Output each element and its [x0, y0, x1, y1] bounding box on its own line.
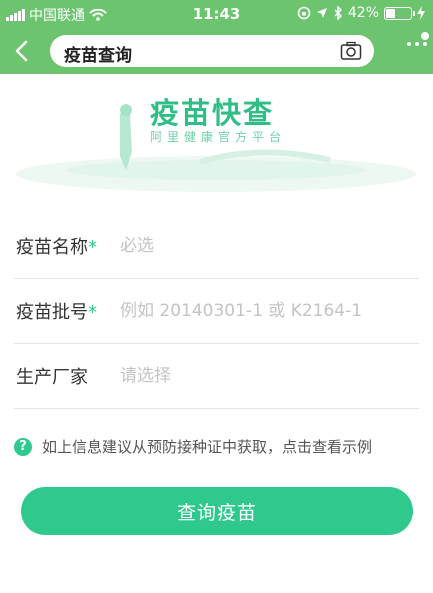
nav-bar: 疫苗查询: [0, 28, 433, 74]
search-box[interactable]: 疫苗查询: [50, 35, 374, 67]
banner-subtitle: 阿里健康官方平台: [150, 130, 287, 144]
status-bar: 中国联通 11:43 42%: [0, 0, 433, 28]
status-right: 42%: [297, 5, 425, 21]
example-hint[interactable]: ? 如上信息建议从预防接种证中获取，点击查看示例: [14, 436, 372, 457]
search-text: 疫苗查询: [64, 46, 132, 66]
batch-number-field[interactable]: [118, 295, 412, 327]
camera-icon[interactable]: [340, 41, 362, 61]
back-button[interactable]: [8, 37, 36, 65]
banner-title: 疫苗快查: [150, 96, 275, 130]
battery-fill: [386, 8, 396, 18]
rotation-lock-icon: [297, 6, 311, 20]
hint-text: 如上信息建议从预防接种证中获取，点击查看示例: [42, 438, 373, 456]
help-icon: ?: [14, 437, 32, 456]
manufacturer-row[interactable]: 生产厂家: [14, 344, 419, 409]
required-mark: *: [88, 237, 97, 258]
vaccine-name-field[interactable]: [118, 230, 412, 262]
required-mark: *: [88, 302, 97, 323]
battery-icon: [384, 6, 415, 20]
manufacturer-label: 生产厂家: [16, 367, 88, 388]
location-icon: [316, 8, 327, 18]
vaccine-form: 疫苗名称* 疫苗批号* 生产厂家: [0, 214, 433, 409]
banner: 疫苗快查 阿里健康官方平台: [0, 74, 433, 194]
bluetooth-icon: [334, 6, 342, 20]
notification-dot: [421, 32, 429, 40]
charging-icon: [417, 6, 425, 20]
query-vaccine-button[interactable]: 查询疫苗: [21, 487, 413, 535]
vaccine-name-row[interactable]: 疫苗名称*: [14, 214, 419, 279]
batch-number-label: 疫苗批号*: [16, 302, 97, 323]
battery-percent: 42%: [347, 5, 379, 21]
manufacturer-field[interactable]: [118, 360, 412, 392]
more-button[interactable]: [407, 42, 427, 46]
vaccine-name-label: 疫苗名称*: [16, 237, 97, 258]
batch-number-row[interactable]: 疫苗批号*: [14, 279, 419, 344]
